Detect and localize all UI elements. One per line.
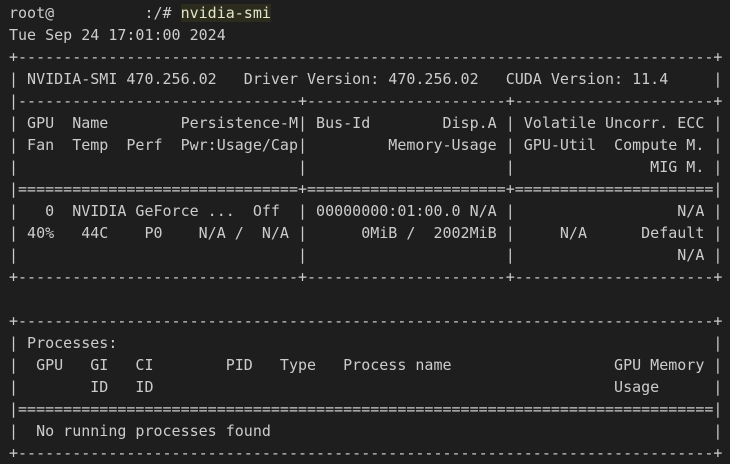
processes-separator: |=======================================…	[9, 400, 723, 418]
gpu-header-row-3: | | | MIG M. |	[9, 158, 723, 176]
date-line: Tue Sep 24 17:01:00 2024	[9, 26, 226, 44]
gpu-row-2: | 40% 44C P0 N/A / N/A | 0MiB / 2002MiB …	[9, 224, 723, 242]
processes-title: | Processes: |	[9, 334, 723, 352]
gpu-header-row-2: | Fan Temp Perf Pwr:Usage/Cap| Memory-Us…	[9, 136, 723, 154]
prompt-user: root@	[9, 4, 55, 22]
prompt-host	[54, 4, 144, 22]
table-divider: |-------------------------------+-------…	[9, 92, 723, 110]
version-row: | NVIDIA-SMI 470.256.02 Driver Version: …	[9, 70, 723, 88]
gpu-row-1: | 0 NVIDIA GeForce ... Off | 00000000:01…	[9, 202, 723, 220]
processes-border-bottom: +---------------------------------------…	[9, 444, 723, 462]
prompt-path: :/#	[144, 4, 181, 22]
processes-empty-message: | No running processes found |	[9, 422, 723, 440]
processes-header-row-1: | GPU GI CI PID Type Process name GPU Me…	[9, 356, 723, 374]
terminal-window[interactable]: root@ :/# nvidia-smi Tue Sep 24 17:01:00…	[0, 0, 730, 463]
prompt-line: root@ :/# nvidia-smi	[9, 2, 730, 24]
table-border-bottom: +-------------------------------+-------…	[9, 268, 723, 286]
gpu-header-row-1: | GPU Name Persistence-M| Bus-Id Disp.A …	[9, 114, 723, 132]
gpu-row-3: | | | N/A |	[9, 246, 723, 264]
table-border-top: +---------------------------------------…	[9, 48, 723, 66]
header-separator: |===============================+=======…	[9, 180, 723, 198]
processes-header-row-2: | ID ID Usage |	[9, 378, 723, 396]
command-text: nvidia-smi	[180, 4, 271, 22]
processes-border-top: +---------------------------------------…	[9, 312, 723, 330]
